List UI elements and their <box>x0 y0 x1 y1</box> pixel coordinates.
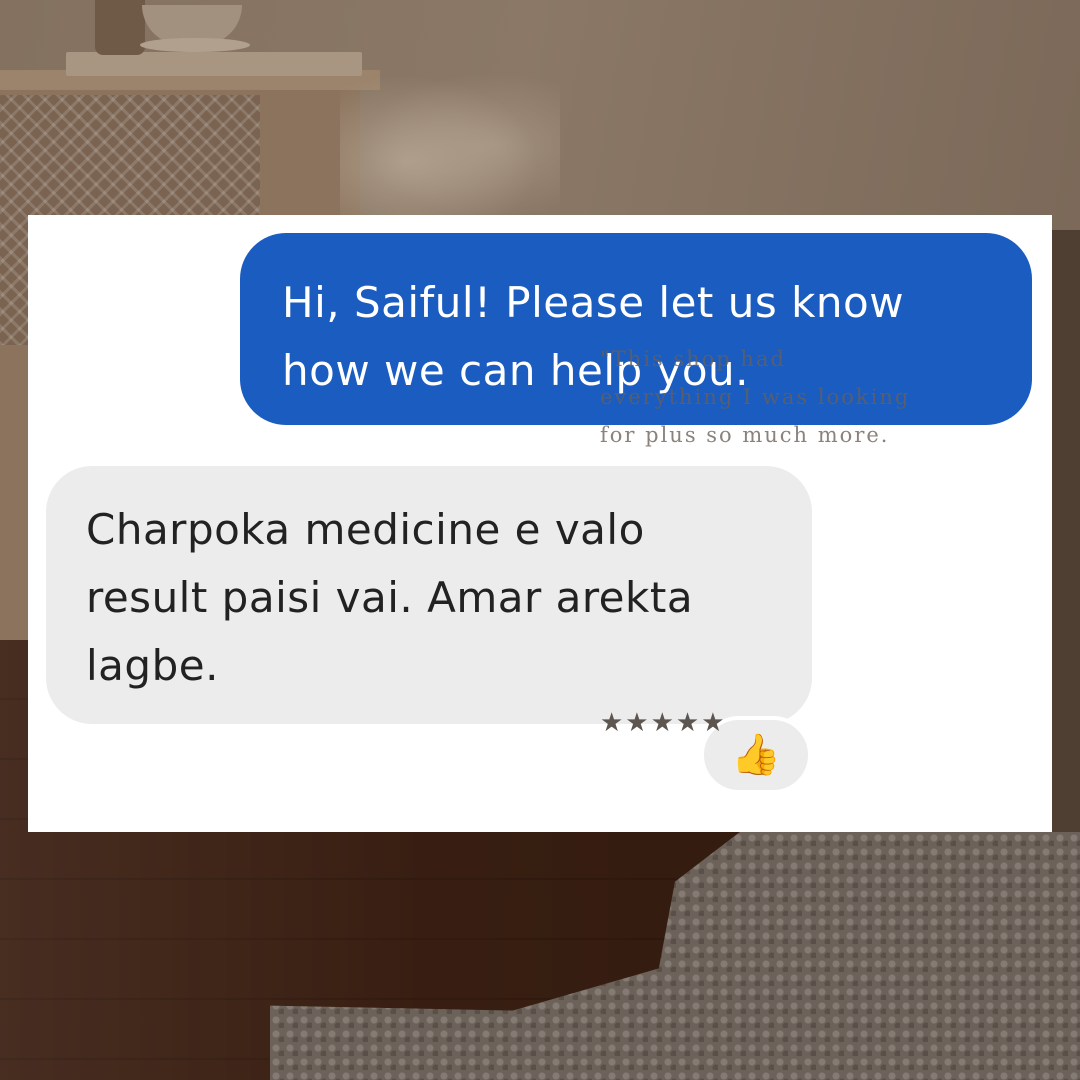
testimonial-quote: "This shop had everything I was looking … <box>600 347 911 447</box>
star-rating: ★★★★★ <box>600 708 727 738</box>
vase <box>95 0 145 55</box>
pampas-grass <box>340 60 560 230</box>
books <box>66 52 362 76</box>
incoming-message-text: Charpoka medicine e valo result paisi va… <box>86 505 694 690</box>
thumbs-up-icon: 👍 <box>731 732 781 778</box>
plate <box>140 38 250 52</box>
incoming-message-bubble: Charpoka medicine e valo result paisi va… <box>46 466 812 724</box>
